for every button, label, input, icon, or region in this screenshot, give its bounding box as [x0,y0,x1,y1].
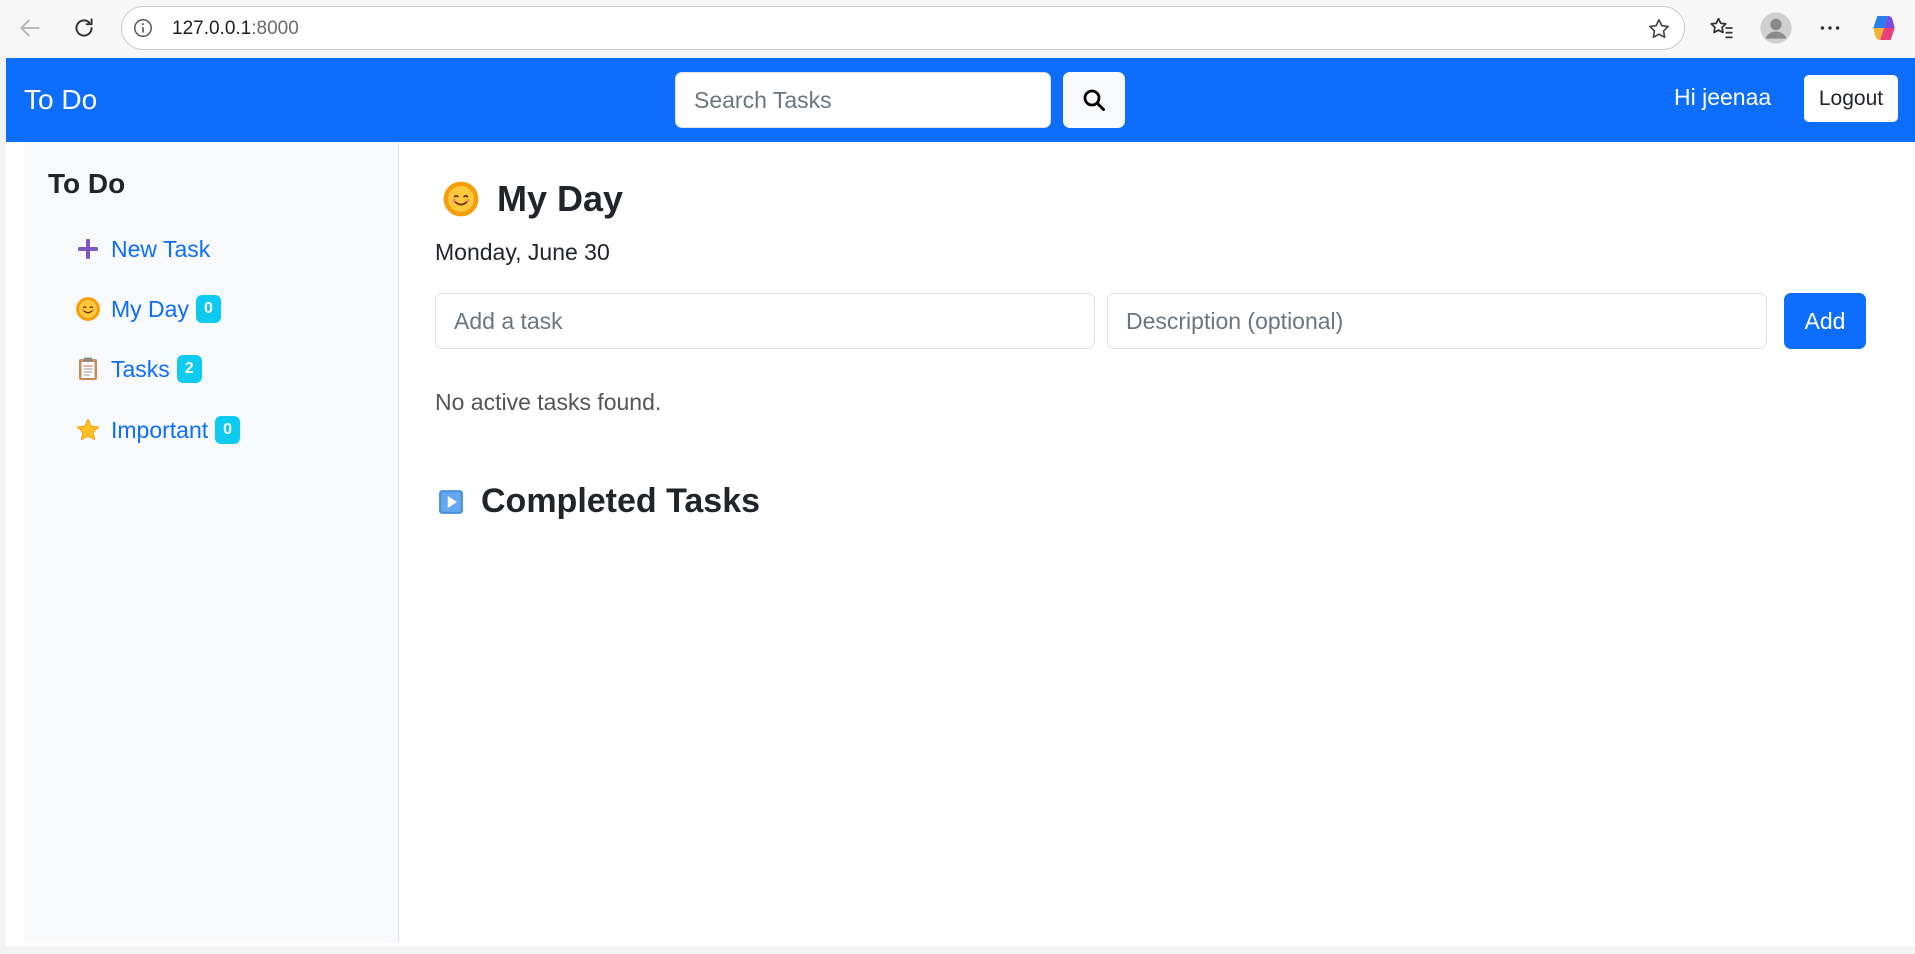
search-input[interactable] [675,72,1051,128]
clipboard-icon [74,355,102,383]
sidebar-item-tasks[interactable]: Tasks 2 [74,349,202,389]
count-badge: 0 [195,295,221,323]
plus-icon [74,235,102,263]
page-heading: My Day [441,178,623,220]
completed-tasks-title: Completed Tasks [481,482,761,520]
count-badge: 0 [215,416,241,444]
favorites-icon[interactable] [1702,8,1742,48]
user-greeting: Hi jeenaa [1674,84,1772,110]
sun-face-icon [441,179,481,219]
sidebar-item-label: New Task [111,235,211,262]
browser-toolbar: 127.0.0.1:8000 [0,0,1915,56]
app-window: To Do Hi jeenaa Logout To Do New Task My… [6,58,1915,946]
task-description-input[interactable] [1107,293,1767,349]
star-outline-icon[interactable] [1646,16,1672,42]
url-text: 127.0.0.1:8000 [172,18,299,40]
sidebar-item-label: My Day [111,295,189,322]
search-button[interactable] [1063,72,1125,128]
sidebar-title: To Do [48,168,126,199]
search-icon [1083,89,1105,111]
brand-link[interactable]: To Do [24,84,97,116]
sidebar: To Do New Task My Day 0 Tasks 2 Importan… [24,142,399,942]
refresh-icon [75,18,93,37]
sidebar-item-label: Tasks [111,355,170,382]
url-host: 127.0.0.1 [172,18,252,39]
sidebar-item-new-task[interactable]: New Task [74,229,210,269]
sidebar-item-important[interactable]: Important 0 [74,410,241,450]
back-button[interactable] [10,8,50,48]
empty-tasks-message: No active tasks found. [435,389,662,415]
play-icon [437,488,465,516]
page-date: Monday, June 30 [435,239,610,265]
page-title: My Day [497,178,624,219]
sun-face-icon [74,295,102,323]
sidebar-item-my-day[interactable]: My Day 0 [74,289,221,329]
count-badge: 2 [176,355,202,383]
profile-icon[interactable] [1756,8,1796,48]
copilot-icon[interactable] [1864,8,1904,48]
sidebar-item-label: Important [111,416,209,443]
task-title-input[interactable] [435,293,1095,349]
address-bar[interactable]: 127.0.0.1:8000 [121,6,1685,50]
completed-tasks-toggle[interactable]: Completed Tasks [437,482,760,521]
logout-button[interactable]: Logout [1804,75,1898,122]
refresh-button[interactable] [64,8,104,48]
back-arrow-icon [20,19,40,37]
url-port: :8000 [251,18,299,39]
main-content: My Day Monday, June 30 Add No active tas… [399,142,1915,942]
info-icon[interactable] [132,17,154,39]
star-icon [74,416,102,444]
top-navbar: To Do Hi jeenaa Logout [6,58,1915,142]
add-task-button[interactable]: Add [1784,293,1866,349]
more-icon[interactable] [1810,8,1850,48]
